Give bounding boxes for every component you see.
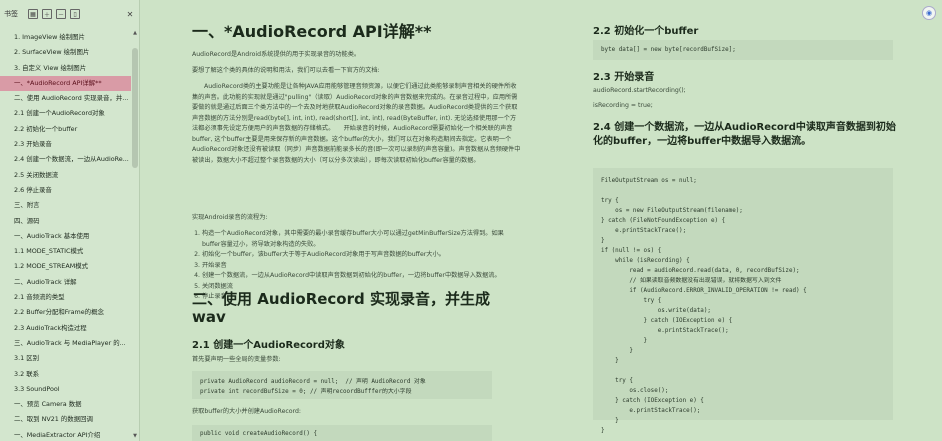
sidebar-item[interactable]: 三、AudioTrack 与 MediaPlayer 的...	[0, 336, 131, 351]
sidebar-item[interactable]: 一、预览 Camera 数据	[0, 397, 131, 412]
scrollbar-thumb[interactable]	[132, 48, 138, 168]
sidebar-item[interactable]: 一、*AudioRecord API详解**	[0, 75, 131, 92]
bookmark-sidebar: 书签 ▦ ＋ － ▯ ✕ 1. ImageView 绘制图片 2. Surface…	[0, 0, 140, 441]
list-item: 初始化一个buffer，该buffer大于等于AudioRecord对象用于写声…	[202, 250, 522, 261]
sidebar-item[interactable]: 2.5 关闭数据流	[0, 168, 131, 183]
sidebar-item[interactable]: 1. ImageView 绘制图片	[0, 30, 131, 45]
sidebar-item[interactable]: 2.3 开始录音	[0, 137, 131, 152]
subsection-heading: 2.4 创建一个数据流，一边从AudioRecord中读取声音数据到初始化的bu…	[593, 122, 896, 147]
list-item: 构造一个AudioRecord对象，其中需要的最小录音缓存buffer大小可以通…	[202, 229, 522, 250]
sidebar-item[interactable]: 二、AudioTrack 详解	[0, 275, 131, 290]
sidebar-item[interactable]: 四、源码	[0, 214, 131, 229]
assistant-icon[interactable]: ◉	[922, 6, 936, 20]
paragraph: isRecording = true;	[593, 102, 653, 109]
expand-all-icon[interactable]: ＋	[42, 9, 52, 19]
scroll-up-icon[interactable]: ▲	[132, 30, 138, 36]
sidebar-item[interactable]: 2.1 创建一个AudioRecord对象	[0, 106, 131, 121]
paragraph: AudioRecord是Android系统提供的用于实现录音的功能类。	[192, 51, 361, 58]
sidebar-item[interactable]: 2. SurfaceView 绘制图片	[0, 45, 131, 60]
close-icon[interactable]: ✕	[125, 9, 135, 19]
sidebar-toolbar: 书签 ▦ ＋ － ▯ ✕	[0, 0, 139, 28]
sidebar-item[interactable]: 3. 自定义 View 绘制图片	[0, 61, 131, 76]
document-view: 一、*AudioRecord API详解** AudioRecord是Andro…	[140, 0, 942, 441]
scroll-down-icon[interactable]: ▼	[132, 433, 138, 439]
sidebar-item[interactable]: 一、AudioTrack 基本使用	[0, 229, 131, 244]
paragraph: 首先要声明一些全局的变量参数:	[192, 356, 281, 363]
sidebar-item[interactable]: 2.3 AudioTrack构造过程	[0, 321, 131, 336]
sidebar-item[interactable]: 1.1 MODE_STATIC模式	[0, 244, 131, 259]
sidebar-scrollbar[interactable]: ▲ ▼	[132, 30, 138, 439]
bookmark-icon[interactable]: ▯	[70, 9, 80, 19]
list-item: 开始录音	[202, 261, 522, 272]
subsection-heading: 2.3 开始录音	[593, 72, 655, 83]
code-block: byte data[] = new byte[recordBufSize];	[593, 40, 893, 60]
sidebar-item[interactable]: 二、取到 NV21 的数据回调	[0, 412, 131, 427]
subsection-heading: 2.2 初始化一个buffer	[593, 26, 699, 37]
paragraph: audioRecord.startRecording();	[593, 87, 686, 94]
sidebar-item[interactable]: 一、MediaExtractor API介绍	[0, 428, 131, 441]
sidebar-item[interactable]: 三、附言	[0, 198, 131, 213]
sidebar-item[interactable]: 2.4 创建一个数据流，一边从AudioRe...	[0, 152, 131, 167]
sidebar-item[interactable]: 2.2 Buffer分配和Frame的概念	[0, 305, 131, 320]
section-heading: 一、*AudioRecord API详解**	[192, 22, 432, 41]
code-block: FileOutputStream os = null; try { os = n…	[593, 168, 893, 434]
sidebar-item[interactable]: 3.3 SoundPool	[0, 382, 131, 397]
sidebar-item[interactable]: 2.2 初始化一个buffer	[0, 122, 131, 137]
code-block: private AudioRecord audioRecord = null; …	[192, 371, 492, 399]
code-block: public void createAudioRecord() {	[192, 425, 492, 441]
sidebar-item[interactable]: 3.2 联系	[0, 367, 131, 382]
subsection-heading: 2.1 创建一个AudioRecord对象	[192, 340, 345, 351]
sidebar-item[interactable]: 2.6 停止录音	[0, 183, 131, 198]
paragraph: 实现Android录音的流程为:	[192, 214, 268, 221]
collapse-all-icon[interactable]: －	[56, 9, 66, 19]
paragraph: AudioRecord类的主要功能是让各种JAVA应用能够管理音频资源，以便它们…	[192, 83, 521, 164]
bookmark-list: 1. ImageView 绘制图片 2. SurfaceView 绘制图片 3. 自…	[0, 30, 131, 441]
list-item: 创建一个数据流，一边从AudioRecord中读取声音数据到初始化的buffer…	[202, 271, 522, 282]
sidebar-item[interactable]: 1.2 MODE_STREAM模式	[0, 259, 131, 274]
paragraph: 要想了解这个类的具体的说明和用法，我们可以去看一下官方的文档:	[192, 67, 380, 74]
sidebar-title: 书签	[4, 10, 18, 18]
paragraph: 获取buffer的大小并创建AudioRecord:	[192, 408, 302, 415]
section-heading: 二、使用 AudioRecord 实现录音，并生成wav	[192, 290, 490, 326]
sidebar-item[interactable]: 二、使用 AudioRecord 实现录音，并...	[0, 91, 131, 106]
grid-view-icon[interactable]: ▦	[28, 9, 38, 19]
sidebar-item[interactable]: 3.1 区别	[0, 351, 131, 366]
sidebar-item[interactable]: 2.1 音频流的类型	[0, 290, 131, 305]
